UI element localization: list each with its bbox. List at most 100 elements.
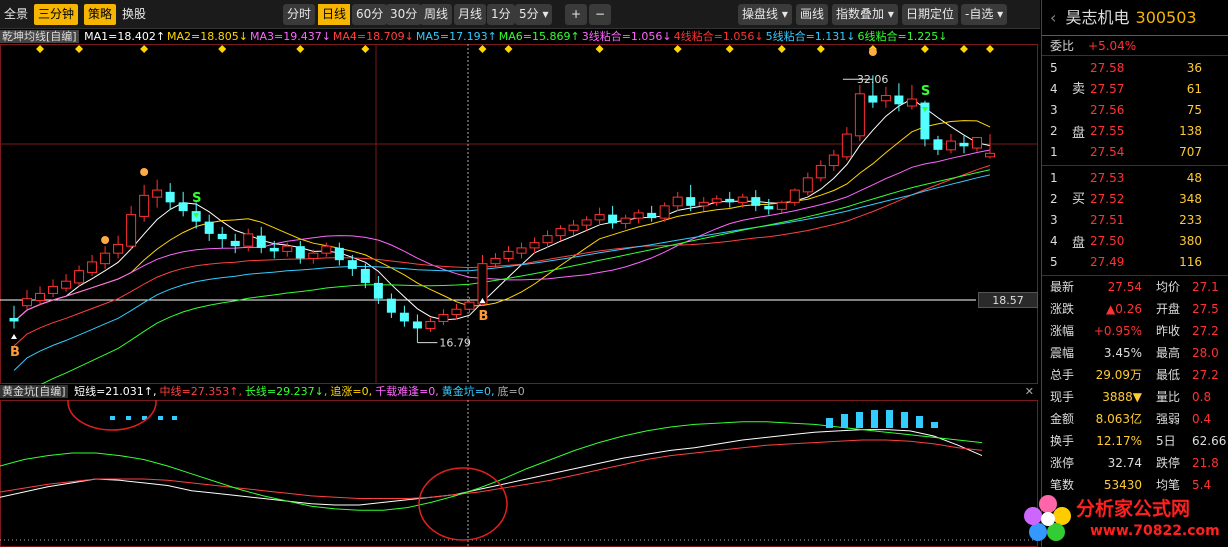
sell-order-book: 卖 盘 5 27.58 36 4 27.57 61 3 27.56 75 2 27.55 138 1 27… — [1042, 56, 1228, 166]
buy-row-3[interactable]: 3 27.51 233 — [1042, 210, 1228, 231]
ma-line-70 — [13, 174, 991, 371]
candle-body-up — [477, 263, 488, 305]
period-60fen[interactable]: 60分 — [352, 4, 388, 25]
date-locate-button[interactable]: 日期定位 — [902, 4, 959, 25]
candle-body-up — [542, 235, 553, 244]
sell-row-3[interactable]: 3 27.56 75 — [1042, 100, 1228, 121]
ma-value-1: MA2=18.805↓ — [167, 30, 248, 43]
period-rixian[interactable]: 日线 — [318, 4, 351, 25]
sell-row-4[interactable]: 4 27.57 61 — [1042, 79, 1228, 100]
candle-body-up — [308, 252, 319, 259]
period-30fen[interactable]: 30分 — [386, 4, 422, 25]
stat-v: 3.45% — [1103, 346, 1142, 360]
watchlist-dropdown[interactable]: -自选 ▾ — [961, 4, 1008, 25]
stat-v2: 62.66 — [1192, 434, 1227, 448]
candle-body-up — [698, 201, 709, 207]
price: 27.56 — [1090, 103, 1125, 117]
indicator-bar — [931, 422, 938, 428]
high-price-label: 32.06 — [857, 73, 889, 86]
tab-huangu[interactable]: 换股 — [118, 4, 150, 25]
candle-body-down — [608, 214, 618, 224]
candle-body-up — [100, 252, 111, 265]
buy-row-4[interactable]: 4 27.50 380 — [1042, 231, 1228, 252]
sell-row-1[interactable]: 1 27.54 707 — [1042, 142, 1228, 163]
huaxian-button[interactable]: 画线 — [796, 4, 829, 25]
buy-arrow-icon — [11, 334, 17, 339]
indicator-value-4: 千载难逢=0, — [375, 385, 439, 398]
bulb-icon — [140, 168, 149, 176]
tab-sanfenzhong[interactable]: 三分钟 — [34, 4, 79, 25]
period-zhouxian[interactable]: 周线 — [420, 4, 453, 25]
indicator-line-mid — [0, 439, 983, 499]
stat-row: 现手 3888▼ 量比 0.8 — [1042, 386, 1228, 408]
indicator-bar — [158, 416, 163, 420]
candle-body-down — [686, 197, 696, 206]
ma-indicator-header: 乾坤均线[自编] MA1=18.402↑ MA2=18.805↓ MA3=19.43… — [0, 29, 1038, 44]
signal-diamond — [673, 45, 682, 53]
stat-k: 涨停 — [1050, 456, 1075, 470]
indicator-line-short — [0, 429, 983, 506]
caopanxian-dropdown[interactable]: 操盘线 ▾ — [738, 4, 792, 25]
stock-code: 300503 — [1135, 8, 1197, 27]
ma-value-9: 6线粘合=1.225↓ — [857, 30, 948, 43]
buy-row-5[interactable]: 5 27.49 116 — [1042, 252, 1228, 273]
volume: 36 — [1186, 61, 1202, 75]
candle-body-up — [126, 214, 137, 247]
candle-body-down — [894, 95, 904, 105]
period-yuexian[interactable]: 月线 — [454, 4, 487, 25]
indicator-header: 黄金坑[自编] 短线=21.031↑, 中线=27.353↑, 长线=29.237↓… — [0, 384, 1038, 400]
stock-header: ‹ 昊志机电 300503 — [1042, 0, 1228, 36]
stat-v: 27.54 — [1107, 280, 1142, 294]
current-price-tag: 18.57 — [978, 292, 1038, 308]
sell-row-5[interactable]: 5 27.58 36 — [1042, 58, 1228, 79]
ma-indicator-name[interactable]: 乾坤均线[自编] — [0, 30, 79, 43]
stat-v: +0.95% — [1093, 324, 1142, 338]
candle-body-up — [789, 189, 800, 203]
candle-body-up — [945, 140, 956, 151]
stat-row: 金额 8.063亿 强弱 0.4 — [1042, 408, 1228, 430]
zoom-in-button[interactable]: + — [565, 4, 587, 25]
stat-k2: 强弱 — [1156, 412, 1181, 426]
tab-celue[interactable]: 策略 — [84, 4, 117, 25]
signal-diamond — [504, 45, 513, 53]
candle-body-up — [906, 98, 917, 107]
candle-body-up — [464, 301, 475, 310]
indicator-value-3: 追涨=0, — [330, 385, 373, 398]
period-fenshi[interactable]: 分时 — [283, 4, 316, 25]
bulb-icon — [868, 48, 877, 56]
candle-body-down — [959, 142, 969, 147]
tab-quanjing[interactable]: 全景 — [0, 4, 32, 25]
buy-row-2[interactable]: 2 27.52 348 — [1042, 189, 1228, 210]
candle-body-up — [659, 205, 670, 219]
signal-diamond — [725, 45, 734, 53]
period-5fen-dropdown[interactable]: 5分 ▾ — [515, 4, 553, 25]
stat-v2: 27.2 — [1192, 368, 1219, 382]
stat-k: 涨幅 — [1050, 324, 1075, 338]
candlestick-chart[interactable]: 32.06 16.79 B B S S — [0, 44, 1038, 384]
indicator-chart[interactable] — [0, 400, 1038, 547]
flower-logo-icon — [1024, 495, 1071, 541]
signal-diamond — [478, 45, 487, 53]
price: 27.54 — [1090, 145, 1125, 159]
back-arrow-icon[interactable]: ‹ — [1050, 8, 1056, 27]
ma-line-5 — [13, 98, 991, 322]
index-overlay-dropdown[interactable]: 指数叠加 ▾ — [832, 4, 898, 25]
candle-body-up — [841, 133, 852, 158]
candle-body-up — [35, 292, 46, 301]
stat-row: 涨跌 ▲0.26 开盘 27.5 — [1042, 298, 1228, 320]
volume: 138 — [1179, 124, 1202, 138]
sell-row-2[interactable]: 2 27.55 138 — [1042, 121, 1228, 142]
period-1fen[interactable]: 1分 — [487, 4, 515, 25]
indicator-name[interactable]: 黄金坑[自编] — [0, 385, 68, 398]
close-icon[interactable]: ✕ — [1025, 384, 1034, 400]
low-price-label: 16.79 — [439, 337, 471, 350]
buy-order-book: 买 盘 1 27.53 48 2 27.52 348 3 27.51 233 4 27.50 380 5… — [1042, 166, 1228, 276]
buy-row-1[interactable]: 1 27.53 48 — [1042, 168, 1228, 189]
ma-values: MA1=18.402↑ MA2=18.805↓ MA3=19.437↓ MA4=18.… — [82, 30, 947, 43]
signal-diamond — [361, 45, 370, 53]
zoom-out-button[interactable]: − — [589, 4, 611, 25]
stat-v: ▲0.26 — [1106, 302, 1142, 316]
candle-body-up — [282, 245, 293, 252]
level: 4 — [1050, 234, 1058, 248]
signal-diamond — [816, 45, 825, 53]
